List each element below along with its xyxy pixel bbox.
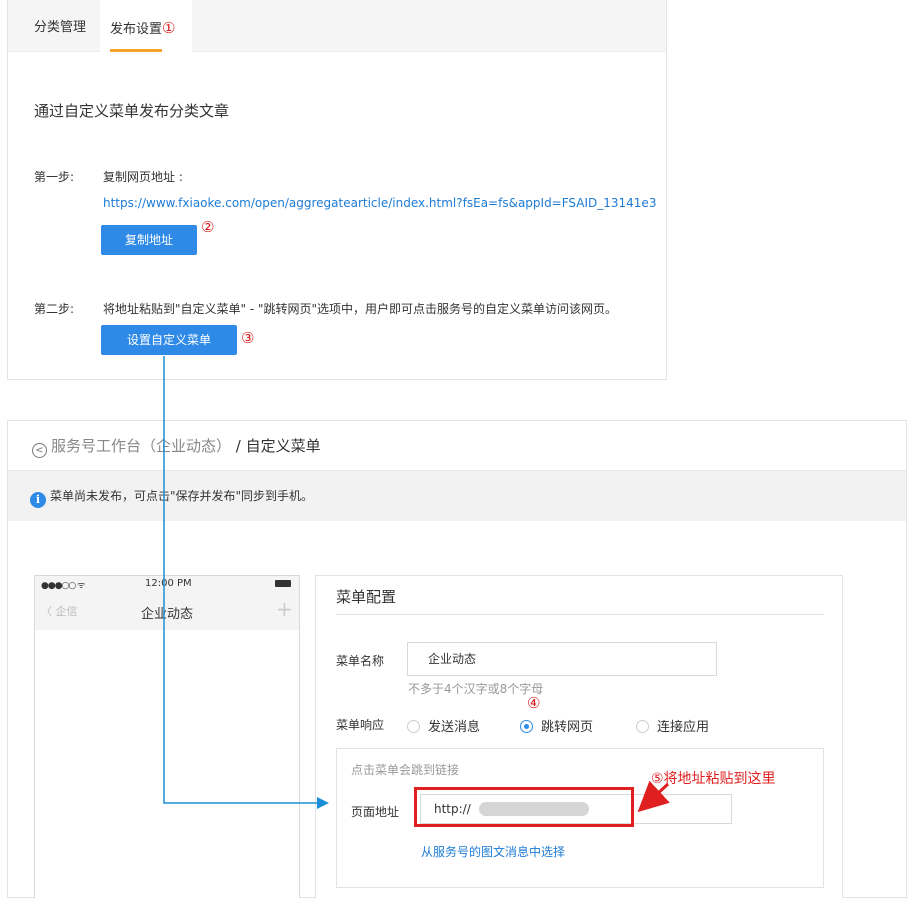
annotation-number-4: ④: [527, 694, 541, 712]
custom-menu-panel: < 服务号工作台（企业动态） / 自定义菜单 i 菜单尚未发布，可点击"保存并发布"…: [7, 420, 907, 898]
set-custom-menu-button[interactable]: 设置自定义菜单: [101, 325, 237, 355]
link-hint: 点击菜单会跳到链接: [351, 763, 460, 777]
tab-category-management[interactable]: 分类管理: [34, 0, 86, 52]
copy-url-label: 复制网页地址 :: [103, 170, 183, 184]
page-url-label: 页面地址: [351, 805, 400, 819]
publish-settings-panel: 分类管理 发布设置① 通过自定义菜单发布分类文章 第一步: 复制网页地址 : h…: [7, 0, 667, 380]
phone-header: ●●●○○ ᯤ 12:00 PM 〈 企信 企业动态 +: [35, 576, 299, 630]
annotation-number-2: ②: [201, 218, 215, 236]
phone-title: 企业动态: [141, 607, 194, 622]
menu-name-hint: 不多于4个汉字或8个字母: [408, 682, 544, 696]
breadcrumb-link-workbench[interactable]: 服务号工作台（企业动态）: [51, 437, 231, 455]
breadcrumb-separator: /: [231, 437, 246, 455]
phone-clock: 12:00 PM: [145, 578, 192, 589]
radio-label: 跳转网页: [541, 720, 594, 735]
breadcrumb-current: 自定义菜单: [245, 437, 321, 455]
radio-circle-icon: [636, 720, 649, 733]
radio-send-message[interactable]: 发送消息: [407, 716, 480, 735]
step2-text: 将地址粘贴到"自定义菜单" - "跳转网页"选项中，用户即可点击服务号的自定义菜…: [103, 302, 618, 316]
link-settings-box: 点击菜单会跳到链接 页面地址 http:// 从服务号的图文消息中选择: [336, 748, 824, 888]
tab-label: 发布设置: [110, 22, 163, 37]
annotation-number-1: ①: [162, 19, 176, 37]
menu-name-label: 菜单名称: [336, 654, 385, 668]
blurred-url-mask: [479, 802, 589, 816]
active-tab-indicator: [110, 49, 162, 52]
menu-response-label: 菜单响应: [336, 718, 385, 732]
tab-label: 分类管理: [34, 20, 87, 35]
notice-bar: i 菜单尚未发布，可点击"保存并发布"同步到手机。: [8, 471, 906, 521]
radio-label: 连接应用: [657, 720, 710, 735]
phone-back-link: 〈 企信: [41, 605, 78, 618]
radio-connect-app[interactable]: 连接应用: [636, 716, 709, 735]
breadcrumb: < 服务号工作台（企业动态） / 自定义菜单: [8, 421, 906, 471]
plus-icon: +: [276, 597, 293, 621]
step1-label: 第一步:: [34, 170, 75, 184]
menu-name-input[interactable]: 企业动态: [407, 642, 717, 676]
radio-checked-icon: [520, 720, 533, 733]
step2-label: 第二步:: [34, 302, 75, 316]
tab-publish-settings[interactable]: 发布设置①: [100, 0, 192, 52]
phone-preview: ●●●○○ ᯤ 12:00 PM 〈 企信 企业动态 +: [34, 575, 300, 898]
tab-bar: 分类管理 发布设置①: [8, 0, 666, 52]
battery-icon: [275, 580, 291, 587]
page-url-input[interactable]: http://: [420, 794, 732, 824]
radio-circle-icon: [407, 720, 420, 733]
copy-url-button[interactable]: 复制地址: [101, 225, 197, 255]
publish-intro-text: 通过自定义菜单发布分类文章: [34, 102, 230, 120]
radio-label: 发送消息: [428, 720, 481, 735]
signal-wifi-icon: ●●●○○ ᯤ: [41, 581, 85, 591]
divider: [336, 614, 824, 615]
config-title: 菜单配置: [336, 588, 397, 606]
menu-config-panel: 菜单配置 菜单名称 企业动态 不多于4个汉字或8个字母 ④ 菜单响应 发送消息 …: [315, 575, 843, 898]
article-url-link[interactable]: https://www.fxiaoke.com/open/aggregatear…: [103, 196, 656, 210]
select-from-news-link[interactable]: 从服务号的图文消息中选择: [421, 843, 565, 860]
radio-jump-webpage[interactable]: 跳转网页: [520, 716, 593, 735]
url-value: http://: [434, 802, 471, 816]
back-circle-icon[interactable]: <: [32, 443, 47, 458]
notice-text: 菜单尚未发布，可点击"保存并发布"同步到手机。: [50, 489, 314, 503]
annotation-number-3: ③: [241, 329, 255, 347]
info-icon: i: [30, 492, 46, 508]
